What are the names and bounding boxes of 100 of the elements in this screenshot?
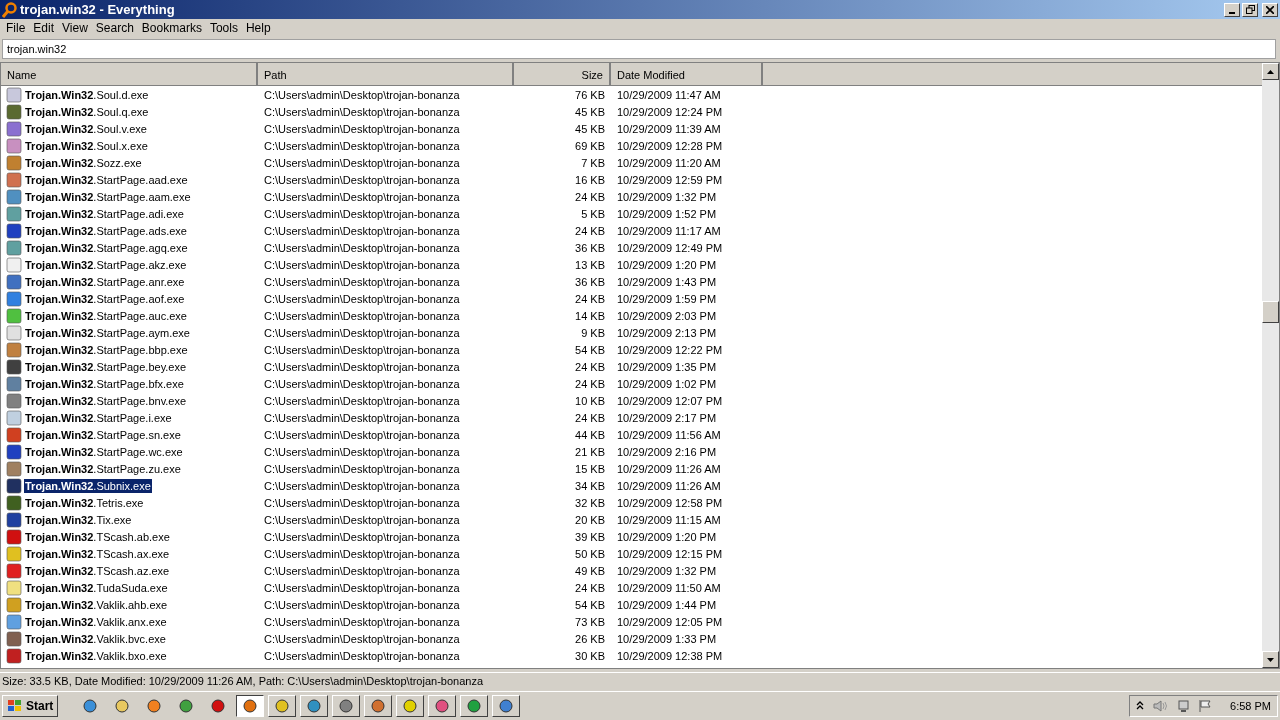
table-cell-text: 24 KB <box>574 377 606 390</box>
table-cell-text: 10/29/2009 1:35 PM <box>616 360 718 373</box>
table-cell-text: C:\Users\admin\Desktop\trojan-bonanza <box>263 649 461 662</box>
file-name[interactable]: Trojan.Win32.StartPage.akz.exe <box>24 257 188 272</box>
table-cell-text: 39 KB <box>574 530 606 543</box>
table-cell-text: C:\Users\admin\Desktop\trojan-bonanza <box>263 496 461 509</box>
table-cell-text: 10/29/2009 1:32 PM <box>616 190 718 203</box>
file-name[interactable]: Trojan.Win32.Tetris.exe <box>24 495 145 510</box>
file-name[interactable]: Trojan.Win32.StartPage.bnv.exe <box>24 393 188 408</box>
file-name[interactable]: Trojan.Win32.Subnix.exe <box>24 478 152 493</box>
file-name[interactable]: Trojan.Win32.StartPage.aad.exe <box>24 172 189 187</box>
flag-icon[interactable] <box>1198 698 1213 713</box>
file-name[interactable]: Trojan.Win32.StartPage.anr.exe <box>24 274 186 289</box>
close-button[interactable] <box>1262 2 1278 17</box>
file-icon <box>6 409 22 426</box>
table-cell-text: C:\Users\admin\Desktop\trojan-bonanza <box>263 105 461 118</box>
file-name[interactable]: Trojan.Win32.Soul.q.exe <box>24 104 150 119</box>
column-header[interactable]: Path <box>258 63 514 85</box>
search-field[interactable]: trojan.win32 <box>2 39 1276 59</box>
scroll-thumb[interactable] <box>1262 300 1279 323</box>
table-cell-text: 5 KB <box>580 207 606 220</box>
menu-item[interactable]: Search <box>91 21 138 35</box>
table-cell-text: 10/29/2009 11:39 AM <box>616 122 722 135</box>
file-name[interactable]: Trojan.Win32.Tix.exe <box>24 512 133 527</box>
file-name[interactable]: Trojan.Win32.TScash.ab.exe <box>24 529 171 544</box>
table-cell-text: C:\Users\admin\Desktop\trojan-bonanza <box>263 360 461 373</box>
scroll-up-button[interactable] <box>1262 63 1279 80</box>
file-name[interactable]: Trojan.Win32.StartPage.zu.exe <box>24 461 182 476</box>
menu-item[interactable]: Help <box>241 21 275 35</box>
table-cell-text: 24 KB <box>574 190 606 203</box>
file-icon <box>6 494 22 511</box>
file-name[interactable]: Trojan.Win32.Soul.v.exe <box>24 121 148 136</box>
start-button[interactable]: Start <box>2 694 59 717</box>
restore-button[interactable] <box>1242 2 1258 17</box>
chevron-up-icon[interactable] <box>1136 701 1145 710</box>
file-name[interactable]: Trojan.Win32.TScash.ax.exe <box>24 546 171 561</box>
file-name[interactable]: Trojan.Win32.StartPage.wc.exe <box>24 444 184 459</box>
table-cell-text: C:\Users\admin\Desktop\trojan-bonanza <box>263 377 461 390</box>
file-name[interactable]: Trojan.Win32.Vaklik.bxo.exe <box>24 648 168 663</box>
table-cell-text: 50 KB <box>574 547 606 560</box>
menu-item[interactable]: Tools <box>205 21 242 35</box>
file-name[interactable]: Trojan.Win32.StartPage.aym.exe <box>24 325 191 340</box>
table-cell-text: 10/29/2009 11:56 AM <box>616 428 722 441</box>
file-name[interactable]: Trojan.Win32.Vaklik.anx.exe <box>24 614 168 629</box>
file-name[interactable]: Trojan.Win32.StartPage.auc.exe <box>24 308 188 323</box>
network-icon[interactable] <box>1176 698 1191 713</box>
file-icon <box>6 375 22 392</box>
column-header[interactable]: Size <box>514 63 611 85</box>
file-name[interactable]: Trojan.Win32.Sozz.exe <box>24 155 143 170</box>
file-icon <box>6 443 22 460</box>
file-name[interactable]: Trojan.Win32.StartPage.bfx.exe <box>24 376 185 391</box>
file-name[interactable]: Trojan.Win32.StartPage.aof.exe <box>24 291 186 306</box>
file-name[interactable]: Trojan.Win32.Soul.d.exe <box>24 87 150 102</box>
file-name[interactable]: Trojan.Win32.Vaklik.ahb.exe <box>24 597 169 612</box>
taskbar-button[interactable] <box>236 694 265 717</box>
table-cell-text: C:\Users\admin\Desktop\trojan-bonanza <box>263 479 461 492</box>
up-arrow-icon <box>1267 69 1274 74</box>
file-name[interactable]: Trojan.Win32.StartPage.adi.exe <box>24 206 185 221</box>
table-cell-text: 10/29/2009 1:20 PM <box>616 258 718 271</box>
menu-item[interactable]: Edit <box>29 21 59 35</box>
table-cell-text: 26 KB <box>574 632 606 645</box>
file-icon <box>6 120 22 137</box>
menu-item[interactable]: File <box>2 21 30 35</box>
minimize-button[interactable] <box>1224 2 1240 17</box>
table-cell-text: 10/29/2009 11:20 AM <box>616 156 722 169</box>
file-name[interactable]: Trojan.Win32.StartPage.ads.exe <box>24 223 188 238</box>
file-icon <box>6 596 22 613</box>
file-name[interactable]: Trojan.Win32.StartPage.aam.exe <box>24 189 192 204</box>
scroll-down-button[interactable] <box>1262 651 1279 668</box>
file-name[interactable]: Trojan.Win32.StartPage.bbp.exe <box>24 342 189 357</box>
scrollbar[interactable] <box>1262 63 1279 668</box>
table-cell-text: C:\Users\admin\Desktop\trojan-bonanza <box>263 411 461 424</box>
file-icon <box>6 545 22 562</box>
file-icon <box>6 171 22 188</box>
file-icon <box>6 460 22 477</box>
table-cell-text: 45 KB <box>574 105 606 118</box>
table-cell-text: 10/29/2009 12:22 PM <box>616 343 724 356</box>
file-name[interactable]: Trojan.Win32.StartPage.i.exe <box>24 410 173 425</box>
file-name[interactable]: Trojan.Win32.TScash.az.exe <box>24 563 171 578</box>
column-header[interactable]: Date Modified <box>611 63 763 85</box>
table-cell-text: 20 KB <box>574 513 606 526</box>
column-header[interactable]: Name <box>1 63 258 85</box>
file-name[interactable]: Trojan.Win32.Vaklik.bvc.exe <box>24 631 167 646</box>
table-cell-text: C:\Users\admin\Desktop\trojan-bonanza <box>263 615 461 628</box>
menu-item[interactable]: Bookmarks <box>137 21 206 35</box>
file-name[interactable]: Trojan.Win32.TudaSuda.exe <box>24 580 169 595</box>
table-cell-text: C:\Users\admin\Desktop\trojan-bonanza <box>263 88 461 101</box>
table-cell-text: C:\Users\admin\Desktop\trojan-bonanza <box>263 564 461 577</box>
table-cell-text: 24 KB <box>574 360 606 373</box>
file-icon <box>6 273 22 290</box>
file-icon <box>6 358 22 375</box>
table-cell-text: C:\Users\admin\Desktop\trojan-bonanza <box>263 292 461 305</box>
file-name[interactable]: Trojan.Win32.StartPage.bey.exe <box>24 359 188 374</box>
file-name[interactable]: Trojan.Win32.StartPage.agq.exe <box>24 240 189 255</box>
menu-item[interactable]: View <box>58 21 92 35</box>
file-name[interactable]: Trojan.Win32.Soul.x.exe <box>24 138 149 153</box>
table-cell-text: 73 KB <box>574 615 606 628</box>
table-cell-text: C:\Users\admin\Desktop\trojan-bonanza <box>263 513 461 526</box>
file-icon <box>6 562 22 579</box>
file-name[interactable]: Trojan.Win32.StartPage.sn.exe <box>24 427 182 442</box>
